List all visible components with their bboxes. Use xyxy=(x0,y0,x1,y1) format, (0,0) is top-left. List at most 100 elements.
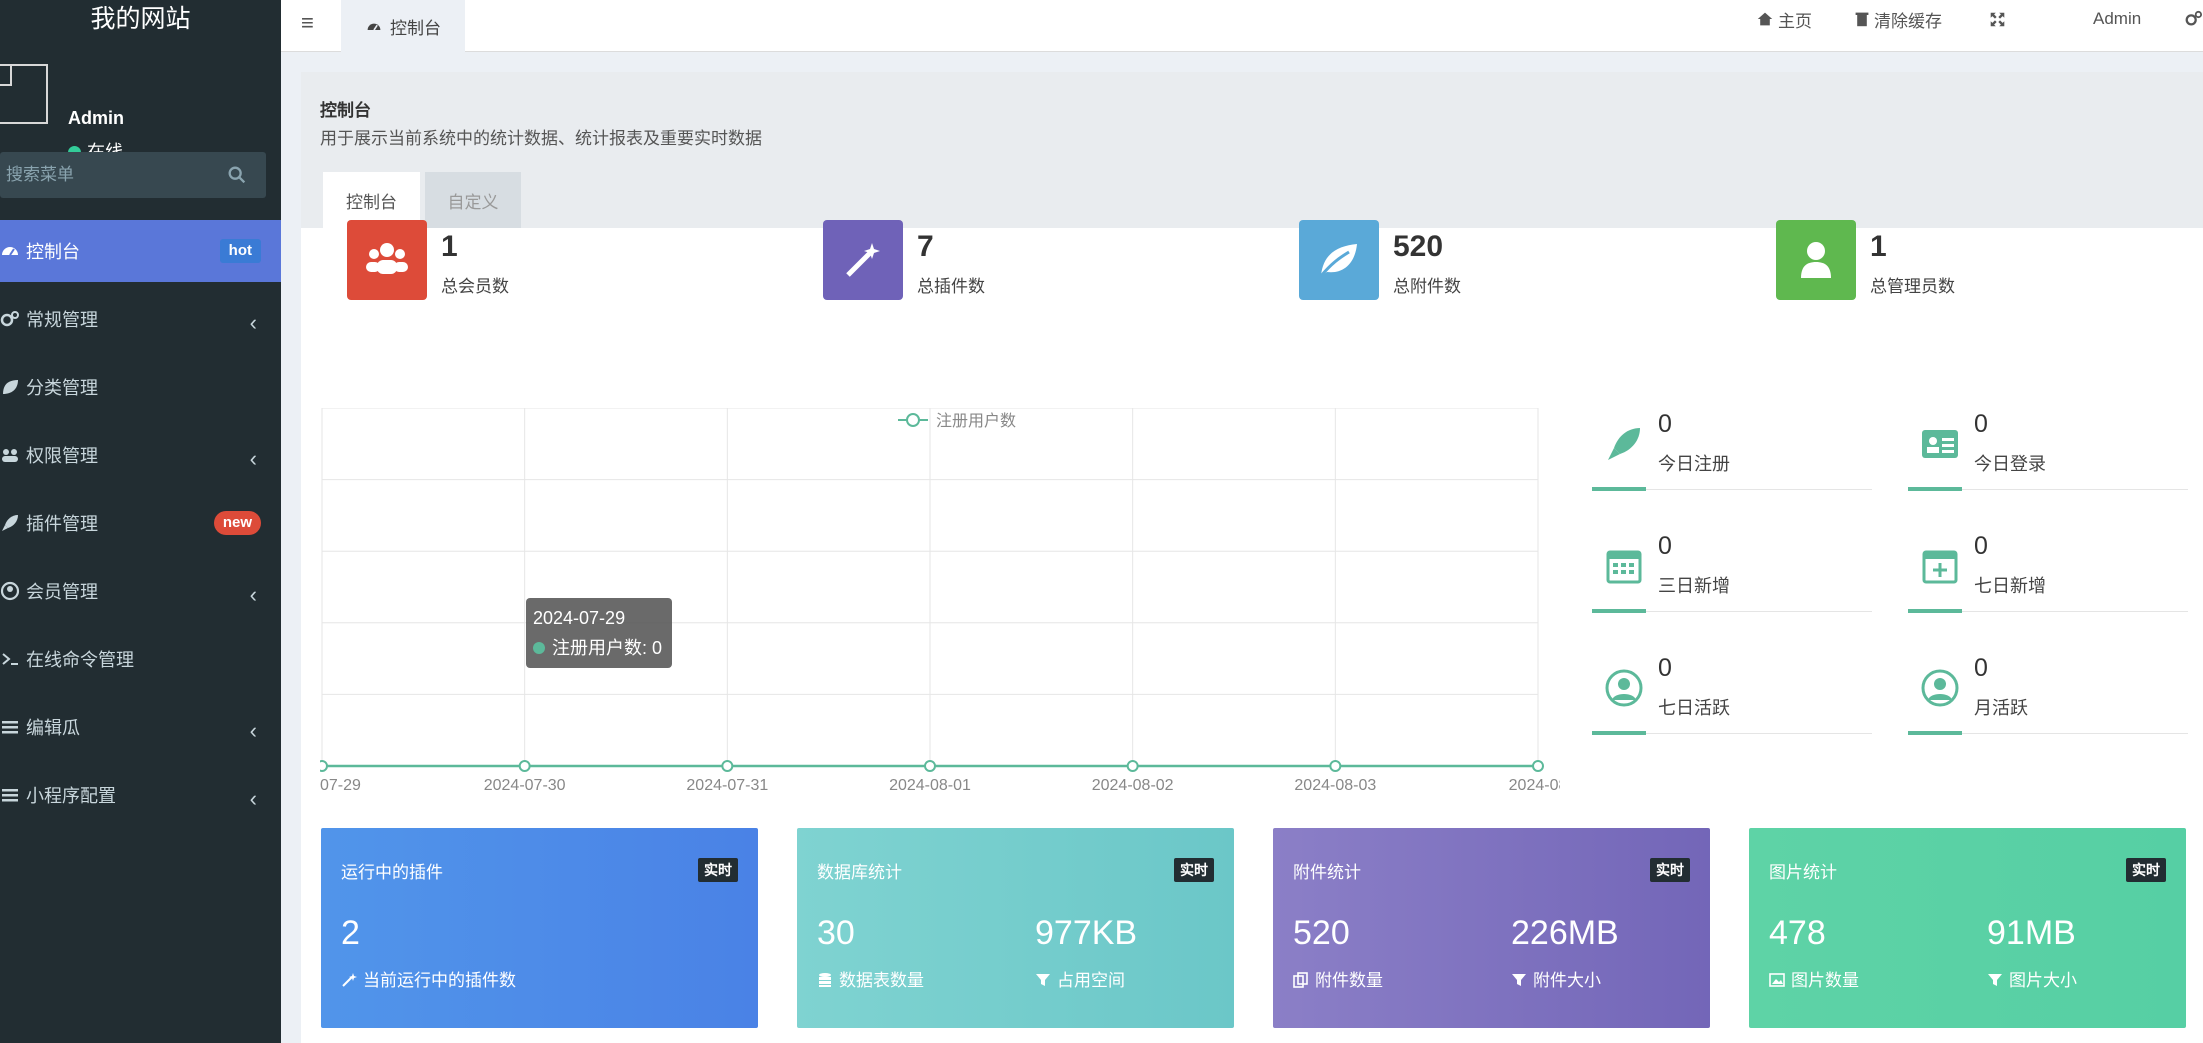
chevron-left-icon: ‹ xyxy=(250,718,257,744)
realtime-badge: 实时 xyxy=(1650,858,1690,882)
magic-icon xyxy=(823,220,903,300)
mini-stat-value: 0 xyxy=(1658,410,1672,439)
fullscreen-button[interactable] xyxy=(1989,0,2006,38)
image-icon xyxy=(1769,972,1785,988)
mini-stat-label: 三日新增 xyxy=(1658,572,1730,598)
data-point xyxy=(520,761,530,771)
data-point xyxy=(722,761,732,771)
sidebar-item-category[interactable]: 分类管理 xyxy=(0,356,281,418)
tab-dashboard[interactable]: 控制台 xyxy=(341,0,465,52)
card-label: 附件数量 xyxy=(1293,966,1383,991)
stat-label: 总管理员数 xyxy=(1870,272,1955,297)
stat-attachments: 520 总附件数 xyxy=(1299,220,1461,300)
mini-stat-label: 今日注册 xyxy=(1658,450,1730,476)
card-value: 91MB xyxy=(1987,914,2076,953)
users-icon xyxy=(347,220,427,300)
filter-icon xyxy=(1511,972,1527,988)
mini-stat-three-day: 0 三日新增 xyxy=(1592,532,1872,632)
stat-admins: 1 总管理员数 xyxy=(1776,220,1955,300)
sidebar-search xyxy=(0,152,266,198)
card-label-text: 数据表数量 xyxy=(839,971,924,990)
sidebar-item-members[interactable]: 会员管理 ‹ xyxy=(0,560,281,622)
mini-stat-underline xyxy=(1592,489,1872,490)
topbar: ≡ 控制台 主页 清除缓存 Admin xyxy=(281,0,2203,52)
card-label: 数据表数量 xyxy=(817,966,924,991)
card-label-text: 图片数量 xyxy=(1791,971,1859,990)
card-value: 2 xyxy=(341,914,360,953)
avatar[interactable] xyxy=(0,64,48,124)
home-icon xyxy=(1756,11,1774,27)
search-input[interactable] xyxy=(0,152,220,198)
files-icon xyxy=(1293,972,1309,988)
card-label-text: 图片大小 xyxy=(2009,971,2077,990)
sidebar-item-dashboard[interactable]: 控制台 hot xyxy=(0,220,281,282)
mini-stat-value: 0 xyxy=(1658,654,1672,683)
stat-text: 1 总管理员数 xyxy=(1870,220,1955,300)
search-icon[interactable] xyxy=(226,164,248,186)
stat-plugins: 7 总插件数 xyxy=(823,220,985,300)
realtime-badge: 实时 xyxy=(698,858,738,882)
sidebar-item-general[interactable]: 常规管理 ‹ xyxy=(0,288,281,350)
user-circle-icon xyxy=(0,581,20,601)
mini-stat-label: 七日活跃 xyxy=(1658,694,1730,720)
stat-value: 7 xyxy=(917,230,985,264)
x-tick-label: 2024-07-30 xyxy=(484,777,566,794)
user-menu[interactable]: Admin xyxy=(2093,0,2141,38)
stat-label: 总附件数 xyxy=(1393,272,1461,297)
card-label: 图片数量 xyxy=(1769,966,1859,991)
clear-cache-label: 清除缓存 xyxy=(1874,7,1942,32)
card-label-text: 附件大小 xyxy=(1533,971,1601,990)
mini-stat-underline xyxy=(1592,611,1872,612)
x-tick-label: 2024-08-01 xyxy=(889,777,971,794)
leaf-icon xyxy=(1299,220,1379,300)
x-tick-label: 07-29 xyxy=(320,777,361,794)
tooltip-date: 2024-07-29 xyxy=(533,608,625,628)
legend-marker xyxy=(907,414,919,426)
filter-icon xyxy=(1987,972,2003,988)
id-card-icon xyxy=(1920,424,1960,464)
home-link[interactable]: 主页 xyxy=(1756,0,1812,38)
realtime-badge: 实时 xyxy=(2126,858,2166,882)
sidebar: 我的网站 Admin 在线 控制台 hot 常规管理 ‹ 分类管理 xyxy=(0,0,281,1043)
sidebar-item-plugins[interactable]: 插件管理 new xyxy=(0,492,281,554)
stat-text: 520 总附件数 xyxy=(1393,220,1461,300)
page-subtitle: 用于展示当前系统中的统计数据、统计报表及重要实时数据 xyxy=(320,124,762,149)
trash-icon xyxy=(1854,11,1870,27)
leaf-icon xyxy=(0,377,20,397)
chart-svg: 07-292024-07-302024-07-312024-08-012024-… xyxy=(320,408,1560,798)
data-point xyxy=(1533,761,1543,771)
settings-button[interactable] xyxy=(2184,0,2202,38)
user-menu-label: Admin xyxy=(2093,9,2141,29)
mini-stat-underline xyxy=(1592,733,1872,734)
sidebar-item-permission[interactable]: 权限管理 ‹ xyxy=(0,424,281,486)
mini-stat-label: 月活跃 xyxy=(1974,694,2028,720)
sidebar-item-label: 常规管理 xyxy=(26,306,98,332)
menu-toggle-icon[interactable]: ≡ xyxy=(301,10,314,36)
user-name: Admin xyxy=(68,108,124,129)
sidebar-item-miniprogram[interactable]: 小程序配置 ‹ xyxy=(0,764,281,826)
mini-stat-underline xyxy=(1908,611,2188,612)
calendar-icon xyxy=(1604,546,1644,586)
mini-stat-value: 0 xyxy=(1658,532,1672,561)
gears-icon xyxy=(0,309,20,329)
tab-label: 控制台 xyxy=(390,14,441,39)
sidebar-item-label: 插件管理 xyxy=(26,510,98,536)
sidebar-item-editor[interactable]: 编辑瓜 ‹ xyxy=(0,696,281,758)
stat-members: 1 总会员数 xyxy=(347,220,509,300)
rocket-icon xyxy=(0,513,20,533)
list-icon xyxy=(0,785,20,805)
sidebar-item-label: 小程序配置 xyxy=(26,782,116,808)
card-label: 当前运行中的插件数 xyxy=(341,966,516,991)
stat-label: 总会员数 xyxy=(441,272,509,297)
hot-badge: hot xyxy=(220,239,261,263)
stat-value: 1 xyxy=(1870,230,1955,264)
card-label: 占用空间 xyxy=(1035,966,1125,991)
realtime-badge: 实时 xyxy=(1174,858,1214,882)
clear-cache-button[interactable]: 清除缓存 xyxy=(1854,0,1942,38)
site-logo[interactable]: 我的网站 xyxy=(0,0,281,38)
sidebar-item-command[interactable]: 在线命令管理 xyxy=(0,628,281,690)
mini-stat-today-login: 0 今日登录 xyxy=(1908,410,2188,510)
page-title: 控制台 xyxy=(320,96,371,121)
x-tick-label: 2024-08-02 xyxy=(1092,777,1174,794)
mini-stat-today-register: 0 今日注册 xyxy=(1592,410,1872,510)
